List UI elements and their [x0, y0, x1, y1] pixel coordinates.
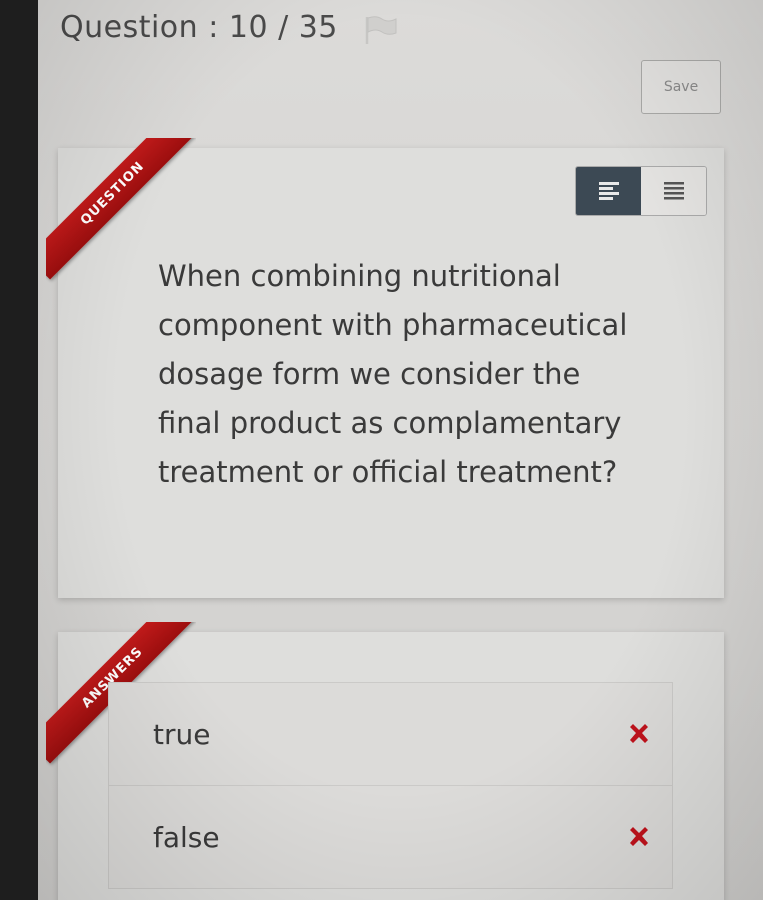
align-left-button[interactable]: [576, 167, 641, 215]
question-counter-label: Question : 10 / 35: [60, 10, 338, 45]
quiz-screen: Question : 10 / 35 Save QUESTION When co…: [38, 0, 763, 900]
text-align-toggle: [575, 166, 707, 216]
answer-option-false[interactable]: false: [108, 786, 673, 889]
question-card: QUESTION When combining nutritional comp…: [46, 138, 724, 598]
save-button[interactable]: Save: [641, 60, 721, 114]
flag-icon[interactable]: [364, 15, 398, 45]
answer-option-true[interactable]: true: [108, 682, 673, 786]
question-text: When combining nutritional component wit…: [158, 259, 628, 489]
answers-card: ANSWERS true false: [46, 622, 724, 900]
answer-label: true: [153, 717, 211, 751]
cross-icon: [630, 827, 648, 846]
answer-label: false: [153, 820, 220, 854]
question-counter: Question : 10 / 35: [60, 10, 398, 45]
align-left-icon: [598, 182, 619, 200]
answers-list: true false: [108, 682, 673, 889]
align-justify-icon: [663, 182, 684, 200]
align-justify-button[interactable]: [641, 167, 706, 215]
cross-icon: [630, 724, 648, 743]
